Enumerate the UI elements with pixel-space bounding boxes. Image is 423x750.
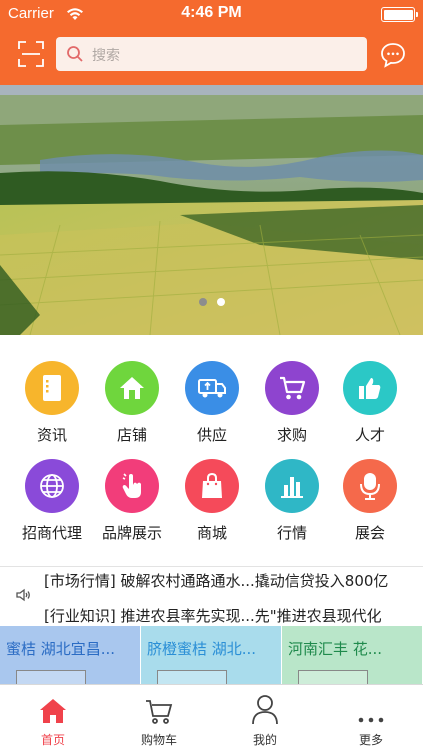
category-mall[interactable]: 商城 (172, 459, 252, 543)
cart-icon (106, 685, 212, 725)
search-input[interactable]: 搜索 (56, 37, 367, 71)
category-market[interactable]: 行情 (252, 459, 332, 543)
tap-hand-icon (105, 459, 159, 513)
status-bar: Carrier 4:46 PM (0, 0, 423, 28)
app-header: Carrier 4:46 PM 搜索 (0, 0, 423, 85)
promo-image (298, 670, 368, 684)
category-supply[interactable]: 供应 (172, 361, 252, 445)
promo-title: 河南汇丰 花... (288, 640, 383, 658)
home-icon (0, 685, 106, 725)
category-label: 品牌展示 (101, 524, 162, 542)
promo-title: 脐橙蜜桔 湖北... (147, 640, 257, 658)
status-time: 4:46 PM (181, 4, 242, 21)
speaker-icon (16, 587, 32, 606)
promo-image (16, 670, 86, 684)
tab-cart[interactable]: 购物车 (106, 685, 212, 750)
category-label: 行情 (276, 524, 307, 542)
scan-icon[interactable] (18, 41, 44, 67)
tab-profile[interactable]: 我的 (212, 685, 318, 750)
news-headline[interactable]: [行业知识] 推进农县率先实现...先"推进农县现代化 (44, 605, 382, 626)
globe-icon (25, 459, 79, 513)
category-label: 招商代理 (21, 524, 82, 542)
person-icon (212, 685, 318, 725)
tab-more[interactable]: 更多 (318, 685, 423, 750)
more-icon (318, 685, 423, 725)
news-headline[interactable]: [市场行情] 破解农村通路通水...撬动信贷投入800亿 (44, 570, 388, 591)
category-purchase[interactable]: 求购 (252, 361, 332, 445)
bar-chart-icon (265, 459, 319, 513)
thumbs-up-icon (343, 361, 397, 415)
promo-card[interactable]: 蜜桔 湖北宜昌... (0, 626, 141, 684)
cart-icon (265, 361, 319, 415)
message-icon[interactable] (379, 41, 407, 69)
promo-card[interactable]: 脐橙蜜桔 湖北... (141, 626, 282, 684)
category-label: 求购 (276, 426, 307, 444)
shopping-bag-icon (185, 459, 239, 513)
promo-strip: 蜜桔 湖北宜昌... 脐橙蜜桔 湖北... 河南汇丰 花... (0, 626, 423, 684)
category-brand[interactable]: 品牌展示 (92, 459, 172, 543)
pagination-dot-active[interactable] (216, 298, 225, 306)
promo-title: 蜜桔 湖北宜昌... (6, 640, 116, 658)
document-icon (25, 361, 79, 415)
category-label: 供应 (196, 426, 227, 444)
tab-label: 更多 (358, 733, 383, 747)
search-icon (66, 45, 84, 67)
category-label: 人才 (354, 426, 385, 444)
category-exhibition[interactable]: 展会 (330, 459, 410, 543)
tab-label: 购物车 (140, 733, 177, 747)
search-placeholder: 搜索 (92, 48, 120, 64)
category-shops[interactable]: 店铺 (92, 361, 172, 445)
category-grid: 资讯 店铺 供应 求购 人才 招商代理 品牌展示 商城 行情 展会 (0, 335, 423, 565)
house-icon (105, 361, 159, 415)
tab-label: 首页 (40, 733, 65, 747)
category-agency[interactable]: 招商代理 (12, 459, 92, 543)
truck-icon (185, 361, 239, 415)
category-talent[interactable]: 人才 (330, 361, 410, 445)
category-news[interactable]: 资讯 (12, 361, 92, 445)
promo-card[interactable]: 河南汇丰 花... (282, 626, 423, 684)
category-label: 商城 (196, 524, 227, 542)
pagination-dot[interactable] (198, 298, 207, 306)
tab-bar: 首页 购物车 我的 更多 (0, 684, 423, 750)
tab-home[interactable]: 首页 (0, 685, 106, 750)
banner-pagination (0, 291, 423, 310)
news-ticker[interactable]: [市场行情] 破解农村通路通水...撬动信贷投入800亿 [行业知识] 推进农县… (0, 566, 423, 626)
category-label: 资讯 (36, 426, 67, 444)
microphone-icon (343, 459, 397, 513)
tab-label: 我的 (252, 733, 277, 747)
promo-image (157, 670, 227, 684)
category-label: 店铺 (116, 426, 147, 444)
category-label: 展会 (354, 524, 385, 542)
battery-icon (381, 7, 418, 22)
